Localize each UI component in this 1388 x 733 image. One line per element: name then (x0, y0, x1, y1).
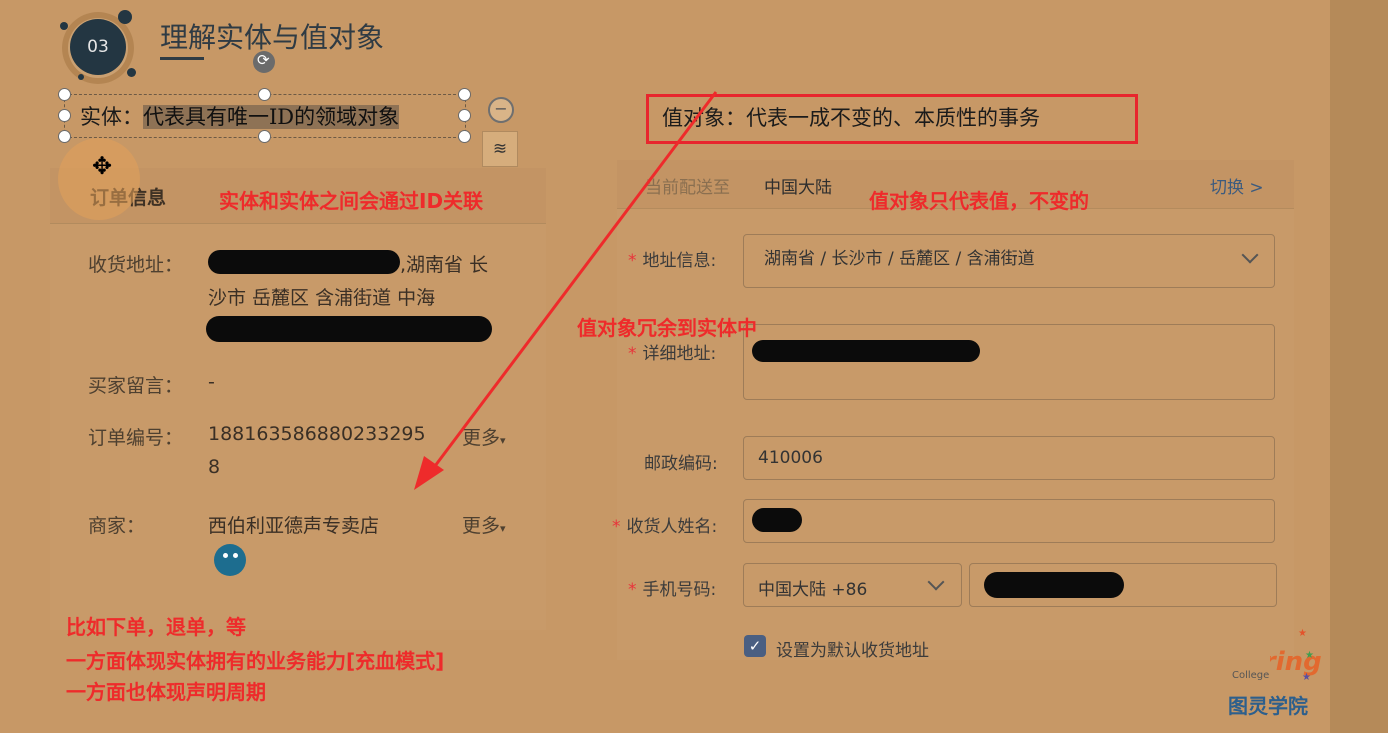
chevron-down-icon (927, 573, 945, 591)
postcode-input[interactable]: 410006 (743, 436, 1275, 480)
move-cursor-icon: ✥ (92, 152, 113, 180)
redaction (208, 250, 400, 274)
detail-address-input[interactable] (743, 324, 1275, 400)
resize-handle[interactable] (58, 130, 71, 143)
buyer-note-label: 买家留言： (88, 375, 184, 397)
region-label-text: 地址信息: (642, 251, 717, 271)
address-line1: ,湖南省 长 (400, 254, 489, 276)
slide-edge (1330, 0, 1388, 733)
entity-prefix: 实体： (80, 105, 143, 129)
section-badge: 03 (70, 19, 126, 75)
region-select[interactable]: 湖南省 / 长沙市 / 岳麓区 / 含浦街道 (743, 234, 1275, 288)
order-no-value: 188163586880233295 (208, 423, 426, 445)
rotate-handle-icon[interactable] (253, 51, 275, 73)
region-value: 湖南省 / 长沙市 / 岳麓区 / 含浦街道 (764, 249, 1035, 269)
required-mark: * (612, 517, 621, 537)
brand-name: 图灵学院 (1228, 694, 1308, 718)
postcode-label: 邮政编码: (644, 449, 718, 474)
badge-dot (118, 10, 132, 24)
address-label: 收货地址： (88, 254, 184, 276)
title-underline (160, 57, 204, 60)
more-link-label: 更多 (462, 427, 501, 449)
brand-sub: College (1232, 670, 1270, 681)
postcode-label-text: 邮政编码: (644, 454, 718, 474)
more-link-label: 更多 (462, 515, 501, 537)
redaction (752, 508, 802, 532)
badge-dot (78, 74, 84, 80)
annotation-note: 一方面体现实体拥有的业务能力[充血模式] (66, 649, 445, 673)
required-mark: * (628, 251, 637, 271)
detail-label: * 详细地址: (628, 339, 716, 364)
required-mark: * (628, 580, 637, 600)
phone-number-input[interactable] (969, 563, 1277, 607)
merchant-value[interactable]: 西伯利亚德声专卖店 (208, 511, 379, 538)
resize-handle[interactable] (258, 130, 271, 143)
resize-handle[interactable] (458, 88, 471, 101)
redaction (984, 572, 1124, 598)
caret-icon: ▾ (500, 434, 506, 447)
switch-link[interactable]: 切换 > (1210, 173, 1264, 198)
region-label: * 地址信息: (628, 246, 716, 271)
resize-handle[interactable] (458, 109, 471, 122)
star-icon: ★ (1305, 650, 1314, 661)
name-label-text: 收货人姓名: (626, 517, 718, 537)
chevron-down-icon (1241, 246, 1259, 264)
layers-icon[interactable]: ≋ (482, 131, 518, 167)
chat-avatar-icon[interactable] (214, 544, 246, 576)
buyer-note-value: - (208, 371, 215, 393)
resize-handle[interactable] (458, 130, 471, 143)
annotation-note: 一方面也体现声明周期 (66, 680, 266, 704)
resize-handle[interactable] (58, 88, 71, 101)
star-icon: ★ (1298, 628, 1307, 639)
phone-country-value: 中国大陆 +86 (758, 580, 868, 600)
slide-title: 理解实体与值对象 (160, 21, 385, 54)
order-no-label: 订单编号： (88, 427, 184, 449)
redaction (752, 340, 980, 362)
entity-definition[interactable]: 实体：代表具有唯一ID的领域对象 (80, 101, 400, 131)
order-info-card: 订单信息 (50, 168, 546, 630)
order-no-value-cont: 8 (208, 456, 221, 478)
annotation-id-link: 实体和实体之间会通过ID关联 (219, 189, 484, 213)
name-label: * 收货人姓名: (612, 512, 717, 537)
collapse-icon[interactable]: − (488, 97, 514, 123)
default-address-checkbox[interactable]: ✓ (744, 635, 766, 657)
annotation-note: 比如下单，退单，等 (66, 615, 246, 639)
address-line2: 沙市 岳麓区 含浦街道 中海 (208, 287, 436, 309)
badge-dot (127, 68, 136, 77)
redaction (206, 316, 492, 342)
phone-label-text: 手机号码: (642, 580, 717, 600)
value-object-definition: 值对象：代表一成不变的、本质性的事务 (662, 106, 1040, 130)
resize-handle[interactable] (58, 109, 71, 122)
annotation-vo-redundant: 值对象冗余到实体中 (577, 316, 757, 340)
resize-handle[interactable] (258, 88, 271, 101)
ship-to-label: 当前配送至 (645, 178, 730, 198)
required-mark: * (628, 344, 637, 364)
caret-icon: ▾ (500, 522, 506, 535)
detail-label-text: 详细地址: (642, 344, 717, 364)
phone-label: * 手机号码: (628, 575, 716, 600)
star-icon: ★ (1302, 672, 1311, 683)
default-address-label: 设置为默认收货地址 (776, 641, 929, 661)
badge-dot (60, 22, 68, 30)
merchant-label: 商家： (88, 515, 146, 537)
more-link[interactable]: 更多▾ (462, 423, 506, 450)
phone-country-select[interactable]: 中国大陆 +86 (743, 563, 962, 607)
annotation-vo-value: 值对象只代表值，不变的 (869, 189, 1089, 213)
receiver-name-input[interactable] (743, 499, 1275, 543)
ship-to-value: 中国大陆 (764, 178, 832, 198)
entity-highlight: 代表具有唯一ID的领域对象 (143, 105, 400, 129)
postcode-value: 410006 (758, 448, 823, 468)
more-link[interactable]: 更多▾ (462, 511, 506, 538)
